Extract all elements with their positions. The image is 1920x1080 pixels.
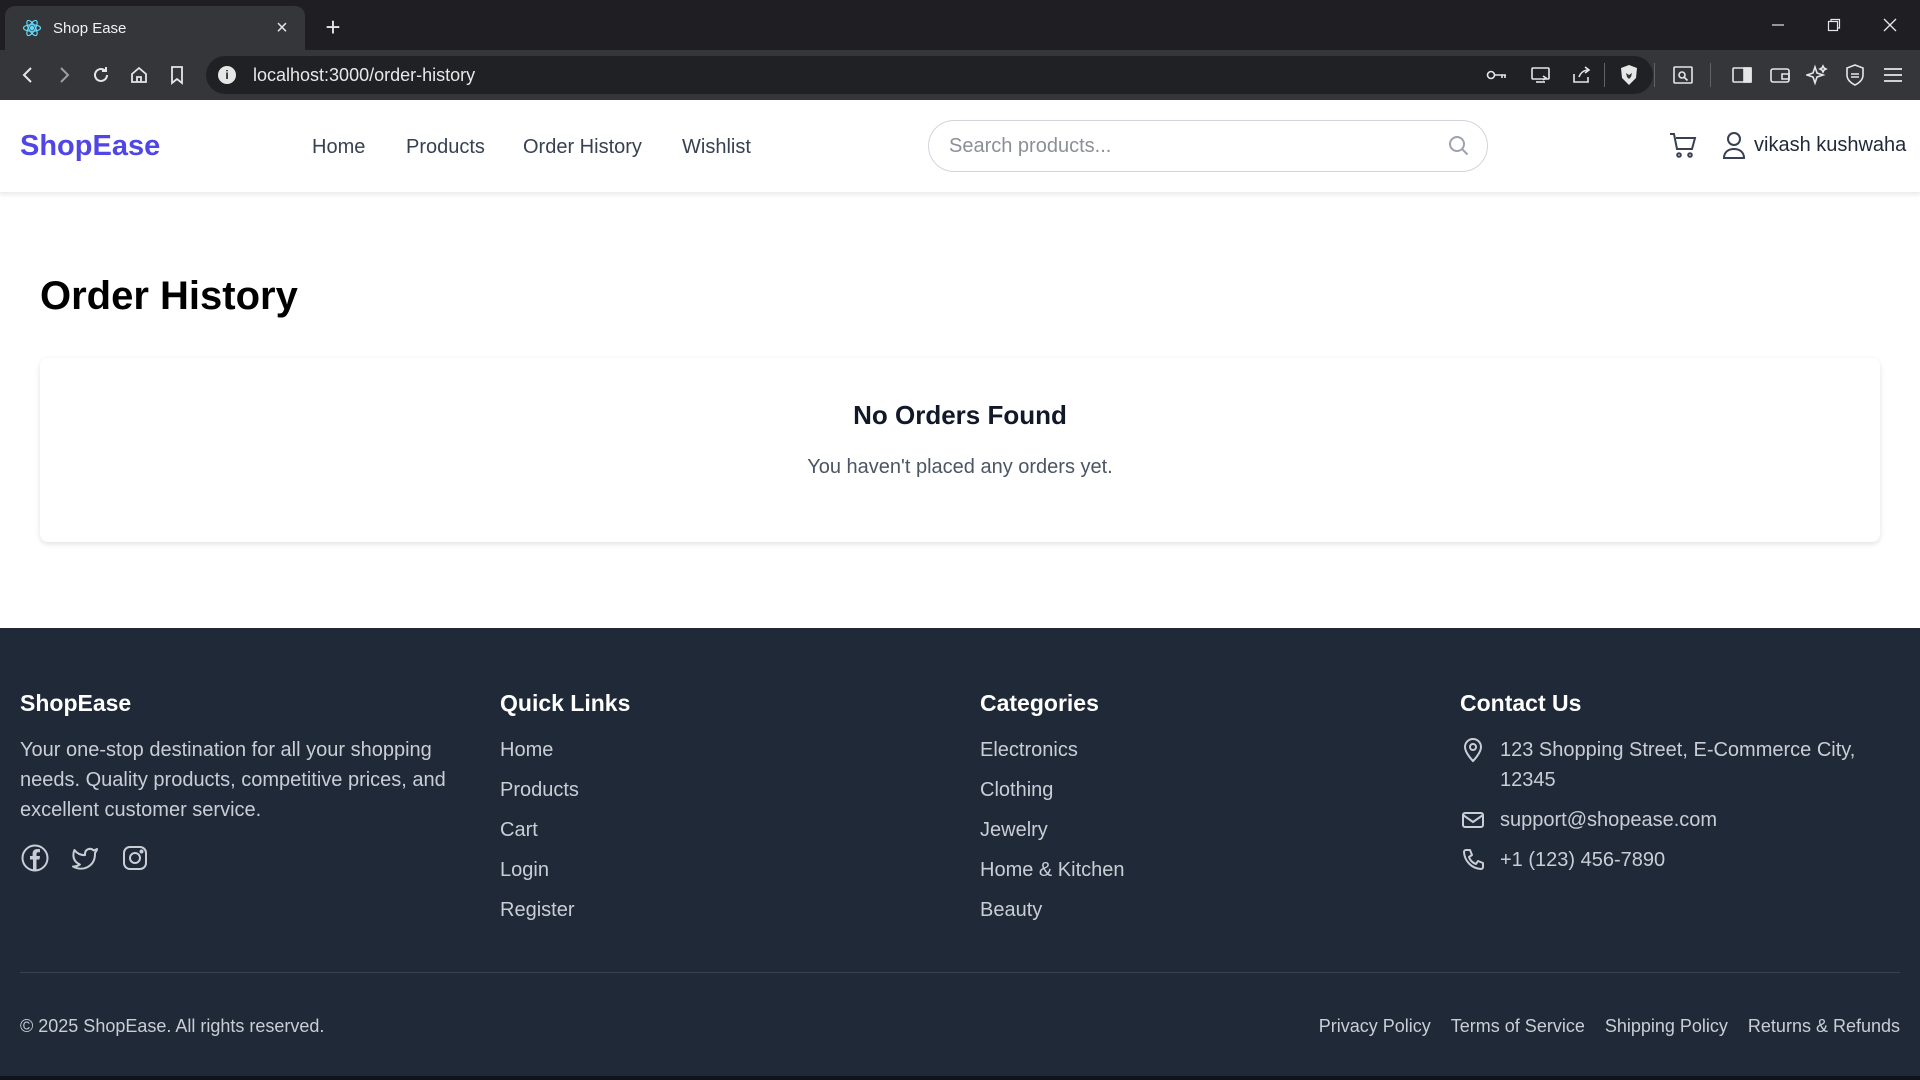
footer-link-cart[interactable]: Cart	[500, 815, 630, 855]
address-text: 123 Shopping Street, E-Commerce City, 12…	[1500, 739, 1856, 791]
footer-brand: ShopEase	[20, 690, 132, 716]
empty-orders-card: No Orders Found You haven't placed any o…	[40, 358, 1880, 542]
twitter-icon[interactable]	[70, 843, 100, 873]
footer-quick-links: Quick Links Home Products Cart Login Reg…	[500, 690, 630, 935]
react-favicon-icon	[21, 17, 43, 39]
footer-description: Your one-stop destination for all your s…	[20, 739, 446, 821]
phone-text[interactable]: +1 (123) 456-7890	[1500, 845, 1900, 875]
user-name: vikash kushwaha	[1754, 133, 1907, 156]
category-link-electronics[interactable]: Electronics	[980, 735, 1125, 775]
user-icon	[1722, 130, 1748, 160]
footer-link-products[interactable]: Products	[500, 775, 630, 815]
search-icon[interactable]	[1447, 134, 1471, 158]
footer-contact: Contact Us 123 Shopping Street, E-Commer…	[1460, 690, 1900, 885]
email-text[interactable]: support@shopease.com	[1500, 805, 1900, 835]
tab-title: Shop Ease	[53, 19, 127, 37]
empty-state-title: No Orders Found	[853, 400, 1067, 430]
address-url: localhost:3000/order-history	[253, 64, 476, 85]
copyright-text: © 2025 ShopEase. All rights reserved.	[20, 1016, 325, 1036]
cart-icon[interactable]	[1668, 130, 1698, 160]
reader-mode-icon[interactable]	[1668, 60, 1698, 90]
minimize-icon[interactable]	[1750, 0, 1806, 50]
reload-icon[interactable]	[86, 60, 116, 90]
page-title: Order History	[40, 274, 298, 318]
facebook-icon[interactable]	[20, 843, 50, 873]
toolbar-separator	[1604, 63, 1605, 87]
contact-address: 123 Shopping Street, E-Commerce City, 12…	[1460, 735, 1900, 795]
site-logo[interactable]: ShopEase	[20, 130, 160, 163]
returns-refunds-link[interactable]: Returns & Refunds	[1748, 1016, 1900, 1037]
window-bottom-edge	[0, 1076, 1920, 1080]
new-tab-button[interactable]: +	[318, 12, 348, 42]
site-header: ShopEase Home Products Order History Wis…	[0, 100, 1920, 193]
tab-close-icon[interactable]: ×	[271, 17, 293, 39]
share-icon[interactable]	[1566, 60, 1596, 90]
close-window-icon[interactable]	[1862, 0, 1918, 50]
terms-of-service-link[interactable]: Terms of Service	[1451, 1016, 1585, 1037]
categories-heading: Categories	[980, 690, 1099, 716]
restore-icon[interactable]	[1806, 0, 1862, 50]
browser-tab[interactable]: Shop Ease ×	[5, 6, 305, 50]
menu-icon[interactable]	[1878, 60, 1908, 90]
site-footer: ShopEase Your one-stop destination for a…	[0, 628, 1920, 1080]
category-link-beauty[interactable]: Beauty	[980, 895, 1125, 935]
nav-home[interactable]: Home	[312, 136, 365, 159]
footer-link-register[interactable]: Register	[500, 895, 630, 935]
search-box	[928, 120, 1488, 172]
password-key-icon[interactable]	[1482, 60, 1512, 90]
empty-state-message: You haven't placed any orders yet.	[807, 456, 1113, 478]
forward-icon[interactable]	[49, 60, 79, 90]
category-link-jewelry[interactable]: Jewelry	[980, 815, 1125, 855]
user-menu[interactable]: vikash kushwaha	[1722, 130, 1906, 160]
contact-heading: Contact Us	[1460, 690, 1582, 716]
nav-products[interactable]: Products	[406, 136, 485, 159]
privacy-policy-link[interactable]: Privacy Policy	[1319, 1016, 1431, 1037]
contact-email: support@shopease.com	[1460, 805, 1900, 835]
footer-about: ShopEase Your one-stop destination for a…	[20, 690, 470, 873]
back-icon[interactable]	[13, 60, 43, 90]
search-input[interactable]	[949, 134, 1447, 158]
shipping-policy-link[interactable]: Shipping Policy	[1605, 1016, 1728, 1037]
category-link-home-kitchen[interactable]: Home & Kitchen	[980, 855, 1125, 895]
home-icon[interactable]	[124, 60, 154, 90]
map-pin-icon	[1460, 735, 1486, 765]
brave-shield-icon[interactable]	[1614, 60, 1644, 90]
footer-link-login[interactable]: Login	[500, 855, 630, 895]
site-info-icon[interactable]: i	[218, 66, 236, 84]
vpn-shield-icon[interactable]	[1840, 60, 1870, 90]
toolbar-separator	[1654, 63, 1655, 87]
legal-links: Privacy Policy Terms of Service Shipping…	[1299, 1016, 1900, 1037]
nav-order-history[interactable]: Order History	[523, 136, 642, 159]
quick-links-heading: Quick Links	[500, 690, 631, 716]
phone-icon	[1460, 845, 1486, 875]
address-bar[interactable]: i localhost:3000/order-history	[206, 56, 1653, 94]
footer-link-home[interactable]: Home	[500, 735, 630, 775]
footer-divider	[20, 972, 1900, 973]
toolbar-separator	[1710, 63, 1711, 87]
leo-ai-icon[interactable]	[1802, 60, 1832, 90]
footer-categories: Categories Electronics Clothing Jewelry …	[980, 690, 1125, 935]
wallet-icon[interactable]	[1765, 60, 1795, 90]
contact-phone: +1 (123) 456-7890	[1460, 845, 1900, 875]
category-link-clothing[interactable]: Clothing	[980, 775, 1125, 815]
nav-wishlist[interactable]: Wishlist	[682, 136, 751, 159]
cast-icon[interactable]	[1526, 60, 1556, 90]
social-links	[20, 843, 470, 873]
browser-tab-bar: Shop Ease × +	[0, 0, 1920, 50]
sidebar-icon[interactable]	[1727, 60, 1757, 90]
mail-icon	[1460, 805, 1486, 835]
instagram-icon[interactable]	[120, 843, 150, 873]
bookmark-icon[interactable]	[162, 60, 192, 90]
